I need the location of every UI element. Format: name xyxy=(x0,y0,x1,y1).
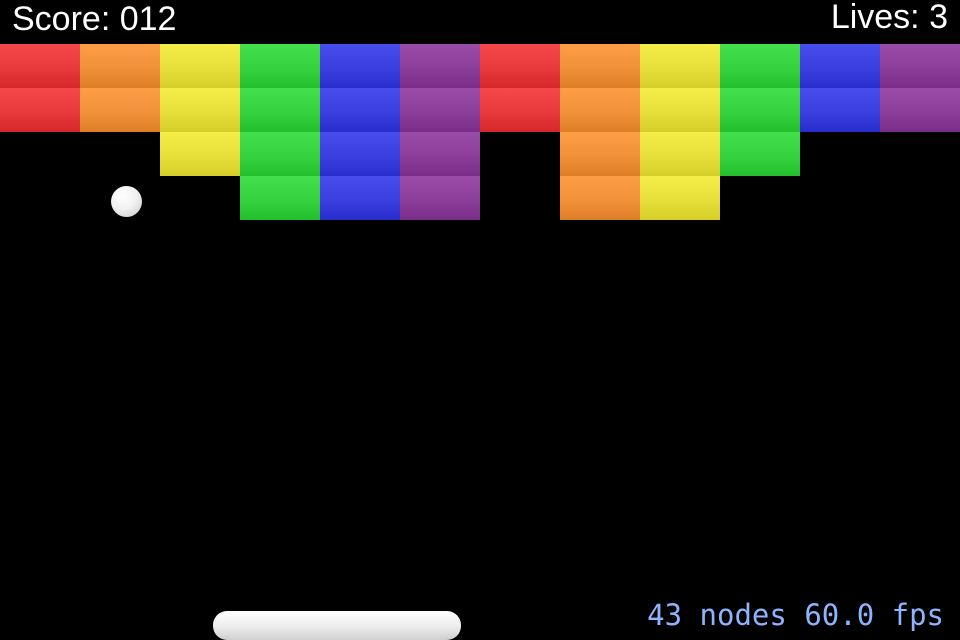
brick-green xyxy=(240,176,320,220)
brick-orange xyxy=(560,44,640,88)
brick-purple xyxy=(400,176,480,220)
brick-yellow xyxy=(160,88,240,132)
node-count: 43 nodes xyxy=(647,598,787,632)
brick-purple xyxy=(400,88,480,132)
brick-yellow xyxy=(640,88,720,132)
brick-blue xyxy=(320,132,400,176)
brick-yellow xyxy=(160,44,240,88)
score-display: Score: 012 xyxy=(12,0,177,38)
brick-yellow xyxy=(640,176,720,220)
brick-green xyxy=(240,132,320,176)
brick-yellow xyxy=(160,132,240,176)
ball xyxy=(111,186,142,217)
brick-yellow xyxy=(640,132,720,176)
brick-red xyxy=(480,44,560,88)
brick-green xyxy=(240,88,320,132)
paddle[interactable] xyxy=(213,611,461,640)
brick-red xyxy=(0,44,80,88)
brick-blue xyxy=(800,88,880,132)
brick-orange xyxy=(560,176,640,220)
brick-purple xyxy=(400,132,480,176)
fps-counter: 60.0 fps xyxy=(804,598,944,632)
brick-orange xyxy=(80,44,160,88)
brick-orange xyxy=(560,132,640,176)
brick-blue xyxy=(320,44,400,88)
lives-display: Lives: 3 xyxy=(830,0,948,36)
brick-green xyxy=(720,88,800,132)
brick-blue xyxy=(320,88,400,132)
brick-red xyxy=(480,88,560,132)
brick-wall xyxy=(0,44,960,220)
game-canvas[interactable]: Score: 012 Lives: 3 43 nodes 60.0 fps xyxy=(0,0,960,640)
brick-blue xyxy=(320,176,400,220)
brick-orange xyxy=(80,88,160,132)
brick-green xyxy=(720,44,800,88)
brick-green xyxy=(240,44,320,88)
brick-purple xyxy=(880,88,960,132)
brick-purple xyxy=(400,44,480,88)
debug-stats: 43 nodes 60.0 fps xyxy=(647,601,944,630)
brick-purple xyxy=(880,44,960,88)
brick-blue xyxy=(800,44,880,88)
brick-orange xyxy=(560,88,640,132)
brick-red xyxy=(0,88,80,132)
brick-green xyxy=(720,132,800,176)
brick-yellow xyxy=(640,44,720,88)
